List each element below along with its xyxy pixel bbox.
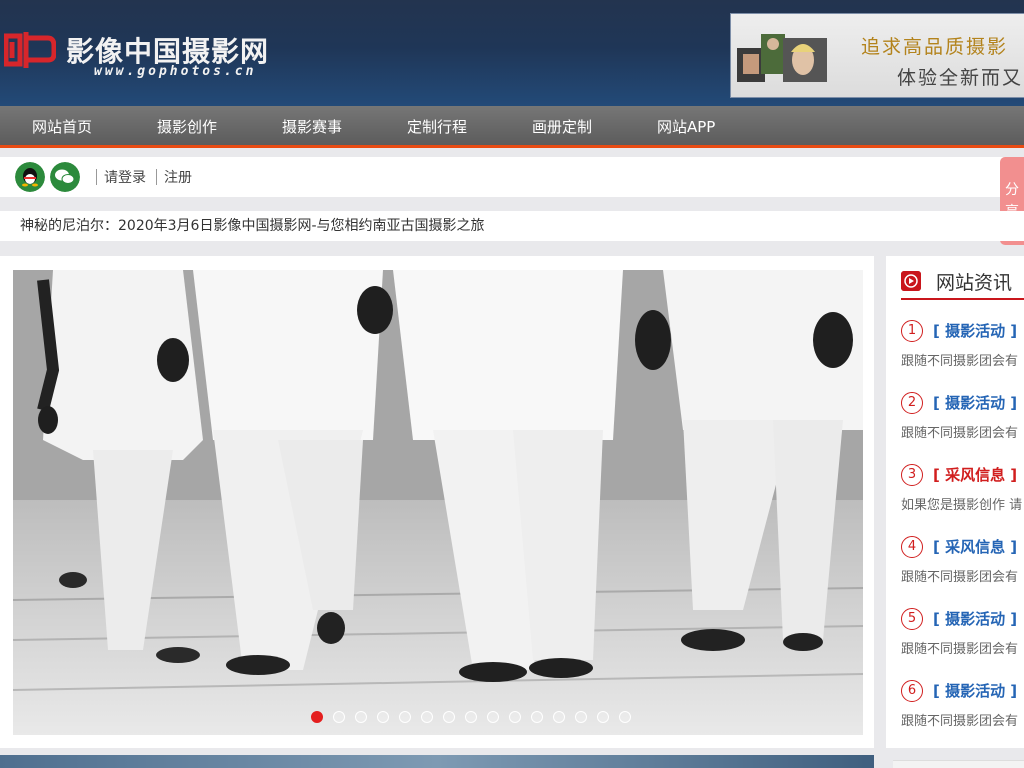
slideshow-dot[interactable] [597, 711, 609, 723]
news-item-number: 6 [901, 680, 923, 702]
login-bar: 请登录 注册 [0, 157, 1024, 197]
slide-photo-walkers [13, 270, 863, 735]
news-item-desc[interactable]: 如果您是摄影创作 请 [901, 494, 1022, 513]
news-item-number: 2 [901, 392, 923, 414]
news-item-tag[interactable]: [ 摄影活动 ] [933, 608, 1017, 629]
nav-item-app[interactable]: 网站APP [657, 106, 715, 148]
news-item-desc[interactable]: 跟随不同摄影团会有 [901, 638, 1018, 657]
slideshow-dot[interactable] [487, 711, 499, 723]
news-item-number: 4 [901, 536, 923, 558]
news-item-number: 3 [901, 464, 923, 486]
nav-item-contests[interactable]: 摄影赛事 [282, 106, 342, 148]
news-sidebar-title: 网站资讯 [936, 272, 1013, 294]
next-sidebar-preview [893, 760, 1024, 768]
slideshow-dot[interactable] [399, 711, 411, 723]
news-item-tag[interactable]: [ 采风信息 ] [933, 464, 1017, 485]
qq-login-icon[interactable] [15, 162, 45, 192]
nav-item-custom-trips[interactable]: 定制行程 [407, 106, 467, 148]
news-item-number: 1 [901, 320, 923, 342]
slideshow-dot[interactable] [355, 711, 367, 723]
nav-item-home[interactable]: 网站首页 [32, 106, 92, 148]
slideshow-dot[interactable] [553, 711, 565, 723]
login-link[interactable]: 请登录 [104, 167, 146, 187]
next-section-preview [0, 755, 874, 768]
slideshow-dot[interactable] [443, 711, 455, 723]
main-nav: 网站首页 摄影创作 摄影赛事 定制行程 画册定制 网站APP [0, 106, 1024, 148]
notice-bar[interactable]: 神秘的尼泊尔：2020年3月6日影像中国摄影网-与您相约南亚古国摄影之旅 [0, 211, 1024, 241]
slideshow-dot[interactable] [575, 711, 587, 723]
news-item-desc[interactable]: 跟随不同摄影团会有 [901, 710, 1018, 729]
slideshow-dot[interactable] [509, 711, 521, 723]
news-item-tag[interactable]: [ 摄影活动 ] [933, 392, 1017, 413]
nav-item-album[interactable]: 画册定制 [532, 106, 592, 148]
logo-mark-icon [4, 32, 56, 68]
news-item-tag[interactable]: [ 摄影活动 ] [933, 320, 1017, 341]
news-item-tag[interactable]: [ 采风信息 ] [933, 536, 1017, 557]
news-sidebar: 网站资讯 1 [ 摄影活动 ] 跟随不同摄影团会有 2 [ 摄影活动 ] 跟随不… [886, 256, 1024, 748]
slideshow-panel [0, 256, 874, 748]
wechat-login-icon[interactable] [50, 162, 80, 192]
header-banner-ad[interactable]: 追求高品质摄影 体验全新而又 [730, 13, 1024, 98]
news-item-number: 5 [901, 608, 923, 630]
news-item-tag[interactable]: [ 摄影活动 ] [933, 680, 1017, 701]
slideshow-dot[interactable] [377, 711, 389, 723]
logo-url: www.gophotos.cn [94, 64, 257, 79]
slideshow-dot[interactable] [421, 711, 433, 723]
slideshow-dot[interactable] [531, 711, 543, 723]
site-header: 影像中国摄影网 www.gophotos.cn 追求高品质摄影 体验全新而又 [0, 0, 1024, 106]
banner-slogan-line2: 体验全新而又 [897, 67, 1024, 89]
slideshow-dot[interactable] [311, 711, 323, 723]
news-item-desc[interactable]: 跟随不同摄影团会有 [901, 566, 1018, 585]
site-logo[interactable]: 影像中国摄影网 www.gophotos.cn [4, 24, 304, 84]
banner-portrait-photo [737, 34, 827, 82]
slideshow-image[interactable] [13, 270, 863, 735]
banner-slogan-line1: 追求高品质摄影 [861, 36, 1009, 58]
news-item-desc[interactable]: 跟随不同摄影团会有 [901, 350, 1018, 369]
divider [156, 169, 157, 185]
play-icon [901, 271, 921, 291]
slideshow-dot[interactable] [619, 711, 631, 723]
slideshow-dot[interactable] [333, 711, 345, 723]
nav-item-creation[interactable]: 摄影创作 [157, 106, 217, 148]
divider [96, 169, 97, 185]
register-link[interactable]: 注册 [164, 167, 192, 187]
notice-text[interactable]: 神秘的尼泊尔：2020年3月6日影像中国摄影网-与您相约南亚古国摄影之旅 [20, 218, 485, 234]
slideshow-dot[interactable] [465, 711, 477, 723]
news-item-desc[interactable]: 跟随不同摄影团会有 [901, 422, 1018, 441]
news-sidebar-header: 网站资讯 [901, 268, 1024, 300]
slideshow-pagination [311, 711, 631, 723]
